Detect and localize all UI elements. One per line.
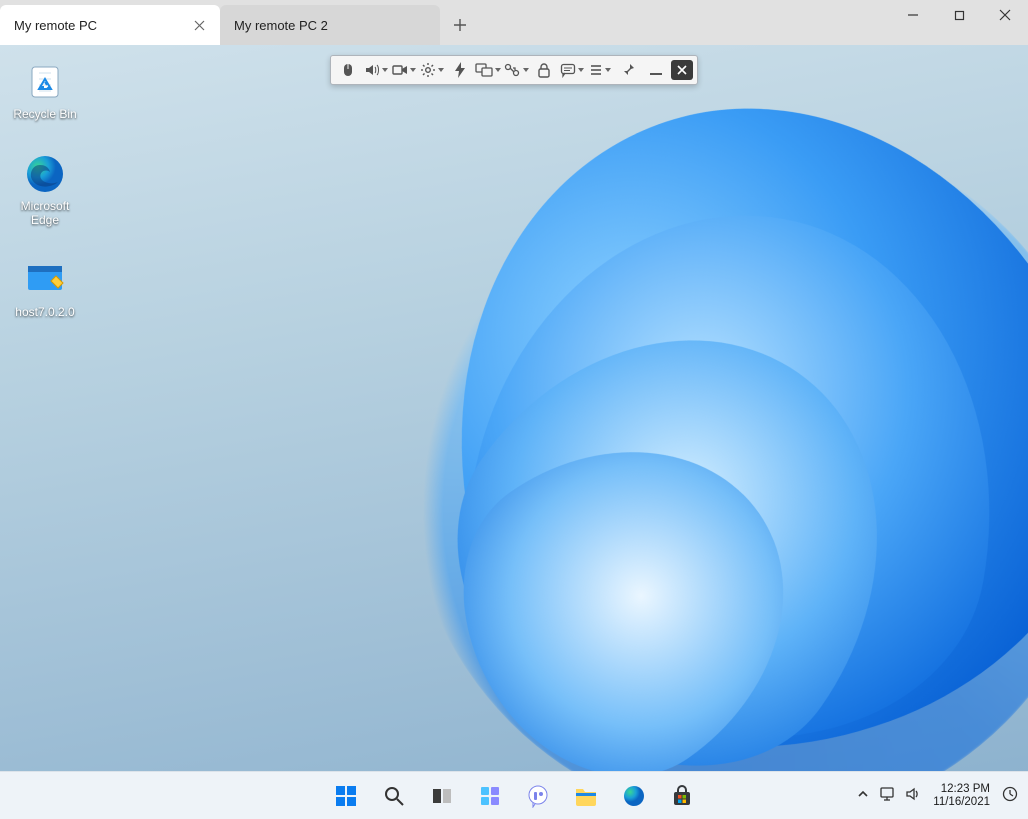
notifications-icon[interactable] <box>1002 786 1018 805</box>
start-icon[interactable] <box>326 776 366 816</box>
clock-time: 12:23 PM <box>941 783 990 796</box>
system-tray[interactable] <box>857 787 921 804</box>
chat-icon[interactable] <box>559 58 585 82</box>
taskbar: 12:23 PM 11/16/2021 <box>0 771 1028 819</box>
desktop-icon-edge[interactable]: Microsoft Edge <box>6 153 84 227</box>
store-icon[interactable] <box>662 776 702 816</box>
volume-icon[interactable] <box>905 787 921 804</box>
tab-my-remote-pc[interactable]: My remote PC <box>0 5 220 45</box>
taskbar-right: 12:23 PM 11/16/2021 <box>857 783 1018 809</box>
clock-date: 11/16/2021 <box>933 796 990 809</box>
window-controls <box>890 0 1028 45</box>
minimize-button[interactable] <box>890 0 936 30</box>
power-icon[interactable] <box>447 58 473 82</box>
mouse-icon[interactable] <box>335 58 361 82</box>
menu-icon[interactable] <box>587 58 613 82</box>
lock-icon[interactable] <box>531 58 557 82</box>
video-icon[interactable] <box>391 58 417 82</box>
chevron-up-icon[interactable] <box>857 788 869 803</box>
desktop-icon-recycle-bin[interactable]: Recycle Bin <box>6 61 84 121</box>
settings-icon[interactable] <box>419 58 445 82</box>
maximize-button[interactable] <box>936 0 982 30</box>
widgets-icon[interactable] <box>470 776 510 816</box>
new-tab-button[interactable] <box>440 5 480 45</box>
minimize-icon[interactable] <box>643 58 669 82</box>
tabstrip: My remote PC My remote PC 2 ✕ <box>0 0 1028 45</box>
edge-icon[interactable] <box>614 776 654 816</box>
monitor-switch-icon[interactable] <box>475 58 501 82</box>
tab-my-remote-pc-2[interactable]: My remote PC 2 ✕ <box>220 5 440 45</box>
close-icon[interactable] <box>192 18 206 32</box>
taskview-icon[interactable] <box>422 776 462 816</box>
network-icon[interactable] <box>879 787 895 804</box>
desktop-icon-label: host7.0.2.0 <box>15 305 74 319</box>
close-button[interactable] <box>982 0 1028 30</box>
tab-label: My remote PC 2 <box>234 18 328 33</box>
close-icon[interactable] <box>671 60 693 80</box>
file-explorer-icon[interactable] <box>566 776 606 816</box>
desktop-icon-label: Microsoft Edge <box>6 199 84 227</box>
installer-icon <box>24 259 66 301</box>
sound-icon[interactable] <box>363 58 389 82</box>
desktop-icon-label: Recycle Bin <box>13 107 76 121</box>
wallpaper-bloom <box>0 45 1028 819</box>
remote-control-toolbar <box>330 55 698 85</box>
chat-icon[interactable] <box>518 776 558 816</box>
taskbar-clock[interactable]: 12:23 PM 11/16/2021 <box>933 783 990 809</box>
clipboard-transfer-icon[interactable] <box>503 58 529 82</box>
tab-label: My remote PC <box>14 18 97 33</box>
remote-desktop[interactable]: Recycle Bin Microsoft Edge host7.0.2.0 <box>0 45 1028 819</box>
desktop-icon-host[interactable]: host7.0.2.0 <box>6 259 84 319</box>
search-icon[interactable] <box>374 776 414 816</box>
recycle-bin-icon <box>24 61 66 103</box>
edge-icon <box>24 153 66 195</box>
pin-icon[interactable] <box>615 58 641 82</box>
taskbar-center <box>326 776 702 816</box>
